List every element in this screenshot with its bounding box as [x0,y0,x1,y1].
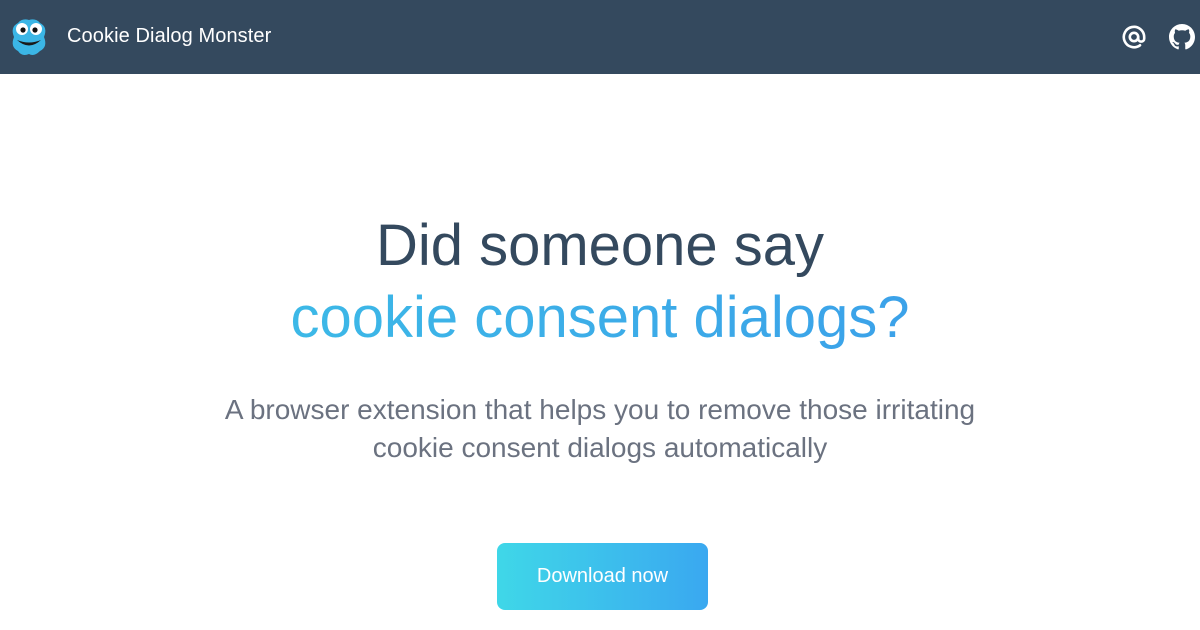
email-link[interactable] [1121,24,1147,50]
hero-title-highlight: cookie consent dialogs? [0,282,1200,354]
download-button[interactable]: Download now [497,543,708,610]
hero-subtitle-line2: cookie consent dialogs automatically [372,432,828,463]
hero-subtitle-line1: A browser extension that helps you to re… [224,394,976,425]
brand-name: Cookie Dialog Monster [67,25,272,47]
github-icon [1169,24,1195,50]
cookie-monster-logo-icon [12,19,46,55]
hero-title-line1: Did someone say [375,213,825,278]
github-link[interactable] [1169,24,1195,50]
at-sign-icon [1122,25,1146,49]
top-navbar: Cookie Dialog Monster [0,0,1200,74]
